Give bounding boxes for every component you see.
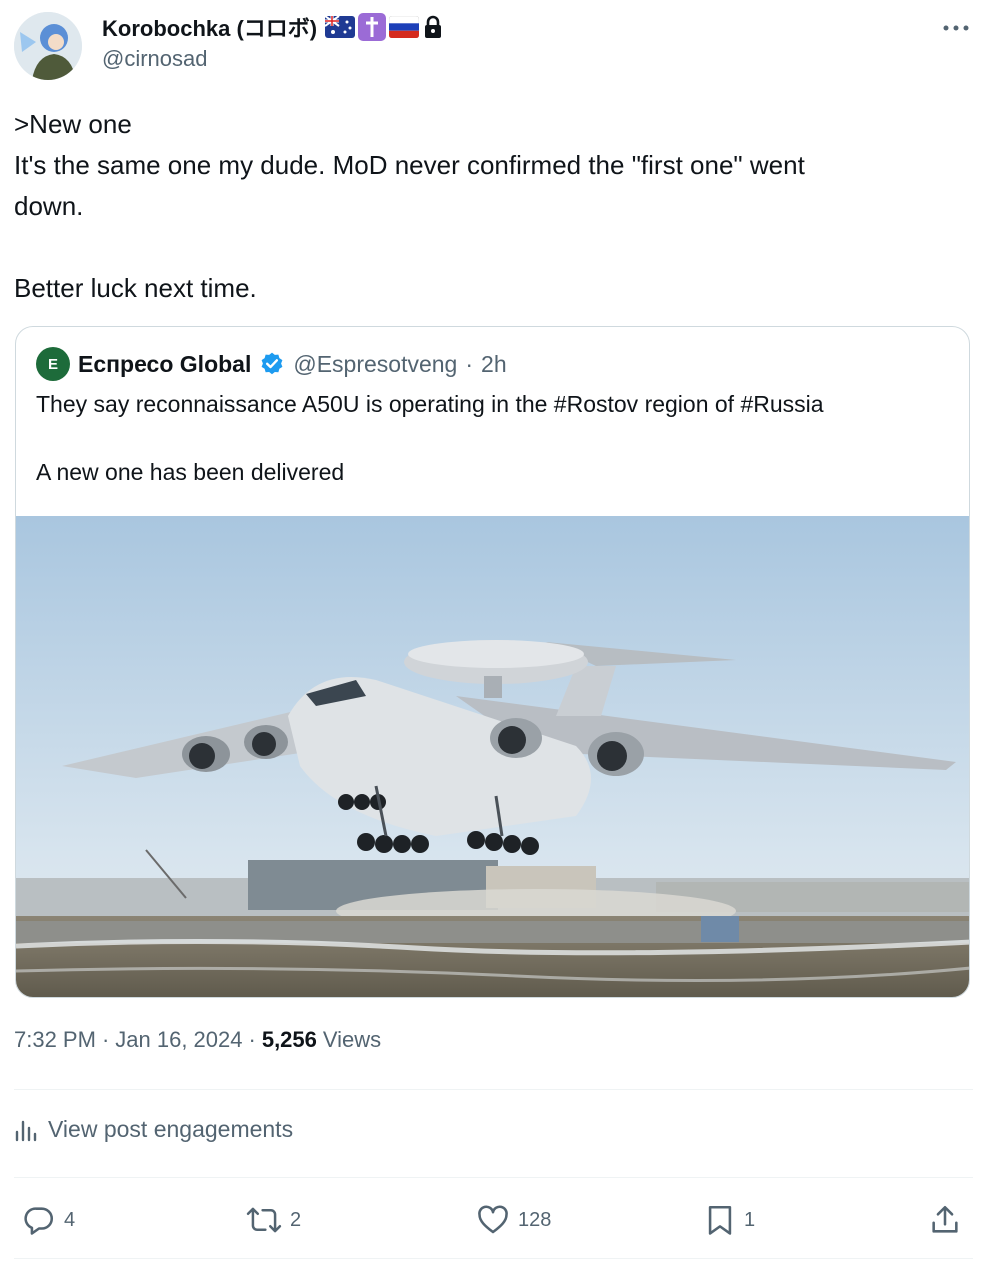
view-engagements-label[interactable]: View post engagements bbox=[48, 1116, 293, 1143]
cross-icon bbox=[358, 13, 387, 41]
author-handle[interactable]: @cirnosad bbox=[102, 46, 208, 72]
quote-avatar[interactable]: E bbox=[36, 347, 70, 381]
quote-time[interactable]: 2h bbox=[481, 351, 507, 378]
quoted-post[interactable]: E Еспресо Global @Espresotveng · 2h They… bbox=[15, 326, 970, 998]
lock-icon bbox=[425, 15, 442, 38]
reply-count: 4 bbox=[64, 1208, 76, 1231]
post-date[interactable]: Jan 16, 2024 bbox=[115, 1027, 242, 1053]
quote-avatar-letter: E bbox=[47, 355, 58, 373]
views-label: Views bbox=[322, 1027, 382, 1052]
tweet-line: Better luck next time. bbox=[14, 273, 257, 303]
australia-flag-icon bbox=[325, 16, 356, 38]
meta-separator: · bbox=[101, 1027, 110, 1052]
share-icon bbox=[932, 1205, 958, 1233]
tweet-text: >New one It's the same one my dude. MoD … bbox=[14, 104, 974, 309]
tweet-line: down. bbox=[14, 191, 84, 221]
meta-separator: · bbox=[248, 1027, 256, 1052]
divider bbox=[14, 1258, 973, 1259]
repost-button[interactable]: 2 bbox=[246, 1198, 301, 1242]
quote-header: E Еспресо Global @Espresotveng · 2h bbox=[36, 347, 507, 381]
share-button[interactable] bbox=[928, 1198, 962, 1242]
quote-display-name[interactable]: Еспресо Global bbox=[78, 351, 251, 378]
author-name-row[interactable]: Korobochka (コロボ) bbox=[102, 12, 444, 42]
post-time[interactable]: 7:32 PM bbox=[14, 1027, 96, 1053]
divider bbox=[14, 1089, 973, 1090]
quote-line: A new one has been delivered bbox=[36, 459, 345, 485]
heart-icon bbox=[478, 1205, 508, 1234]
analytics-icon bbox=[15, 1120, 37, 1141]
bookmark-count: 1 bbox=[744, 1208, 756, 1231]
reply-icon bbox=[24, 1207, 54, 1235]
divider bbox=[14, 1177, 973, 1178]
like-button[interactable]: 128 bbox=[476, 1198, 551, 1242]
view-engagements-link[interactable]: View post engagements bbox=[14, 1116, 293, 1143]
aircraft-photo[interactable] bbox=[16, 516, 969, 997]
bookmark-button[interactable]: 1 bbox=[704, 1198, 755, 1242]
verified-badge-icon bbox=[261, 352, 283, 375]
quote-handle[interactable]: @Espresotveng bbox=[293, 351, 457, 378]
author-avatar[interactable] bbox=[14, 12, 82, 80]
author-display-name[interactable]: Korobochka (コロボ) bbox=[102, 11, 317, 43]
russia-flag-icon bbox=[389, 16, 420, 38]
quote-line: They say reconnaissance A50U is operatin… bbox=[36, 391, 824, 417]
views-count: 5,256 bbox=[261, 1027, 317, 1052]
author-badges bbox=[325, 13, 444, 41]
repost-icon bbox=[246, 1207, 282, 1233]
like-count: 128 bbox=[518, 1208, 552, 1231]
action-bar: 4 2 128 1 bbox=[14, 1198, 976, 1242]
more-options-icon[interactable] bbox=[936, 14, 976, 42]
tweet-line: It's the same one my dude. MoD never con… bbox=[14, 150, 805, 180]
bookmark-icon bbox=[708, 1205, 732, 1235]
quote-text: They say reconnaissance A50U is operatin… bbox=[36, 387, 956, 489]
repost-count: 2 bbox=[290, 1208, 302, 1231]
reply-button[interactable]: 4 bbox=[22, 1198, 75, 1242]
tweet-line: >New one bbox=[14, 109, 132, 139]
quote-separator: · bbox=[465, 350, 474, 377]
post-meta: 7:32 PM · Jan 16, 2024 · 5,256 Views bbox=[14, 1027, 381, 1053]
